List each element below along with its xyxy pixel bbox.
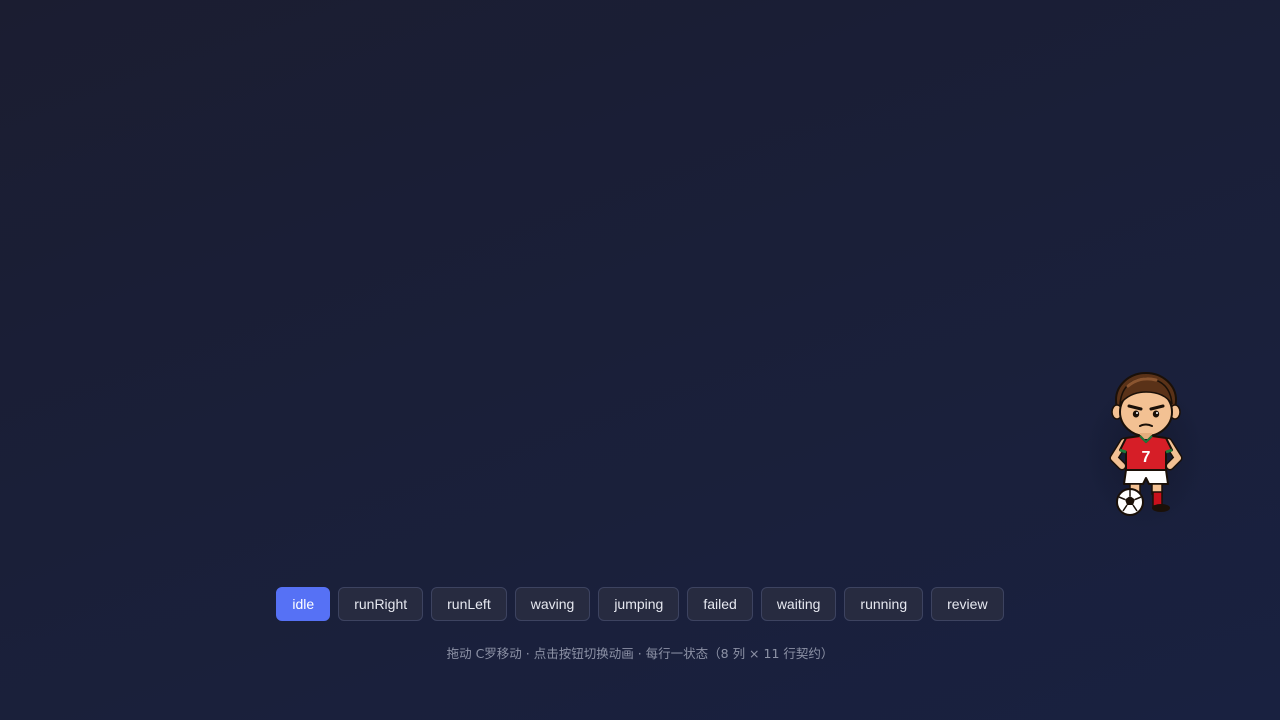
anim-button-run-right[interactable]: runRight: [338, 587, 424, 621]
anim-button-run-left[interactable]: runLeft: [431, 587, 507, 621]
animation-stage: 7 idle runRight runLeft waving jumping f…: [0, 0, 1280, 720]
anim-button-failed[interactable]: failed: [687, 587, 753, 621]
anim-button-running[interactable]: running: [844, 587, 924, 621]
jersey-number: 7: [1142, 449, 1151, 466]
anim-button-idle[interactable]: idle: [276, 587, 331, 621]
usage-hint: 拖动 C罗移动 · 点击按钮切换动画 · 每行一状态（8 列 × 11 行契约）: [446, 646, 834, 661]
anim-button-waving[interactable]: waving: [514, 587, 591, 621]
player-sprite[interactable]: 7: [1100, 370, 1192, 520]
anim-button-review[interactable]: review: [931, 587, 1004, 621]
anim-button-waiting[interactable]: waiting: [760, 587, 837, 621]
anim-button-jumping[interactable]: jumping: [598, 587, 680, 621]
animation-button-bar: idle runRight runLeft waving jumping fai…: [0, 587, 1280, 621]
